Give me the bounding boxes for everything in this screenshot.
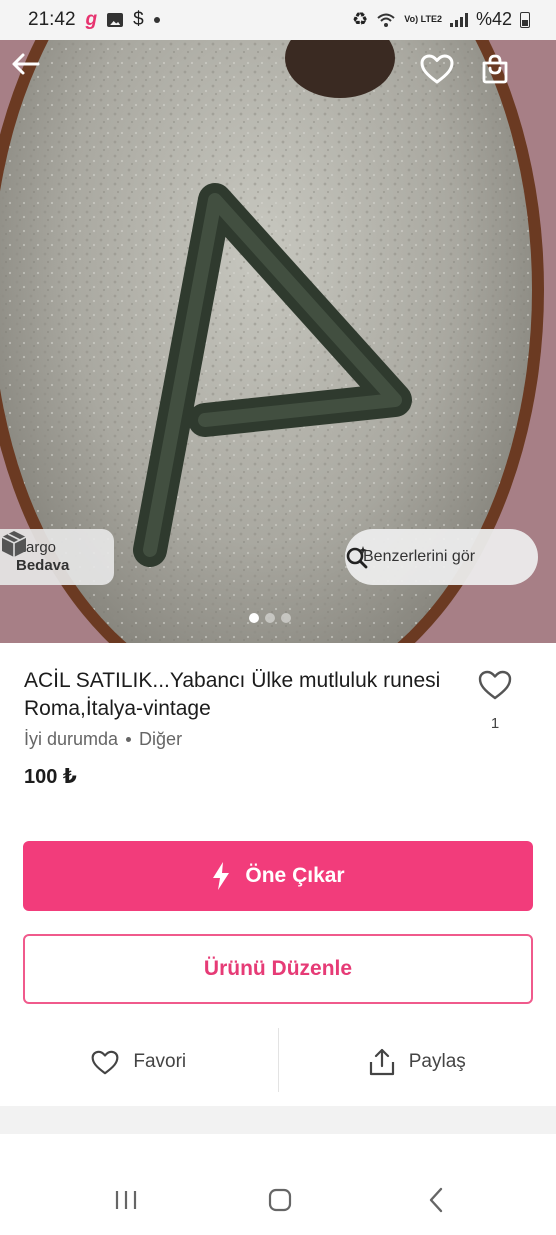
share-icon — [369, 1048, 394, 1076]
see-similar-label: Benzerlerini gör — [363, 548, 476, 565]
status-bar: 21:42 g $ ♻ Vo) LTE2 %42 — [0, 0, 556, 40]
product-category: Diğer — [139, 729, 183, 749]
more-notifications-icon — [153, 17, 160, 23]
promote-button[interactable]: Öne Çıkar — [23, 841, 533, 911]
edit-product-button[interactable]: Ürünü Düzenle — [23, 934, 533, 1004]
visual-search-icon — [346, 546, 368, 569]
home-icon — [268, 1188, 292, 1212]
share-button[interactable]: Paylaş — [279, 1028, 556, 1096]
gallery-notification-icon — [107, 13, 124, 27]
system-navigation-bar — [0, 1160, 556, 1235]
edit-product-label: Ürünü Düzenle — [203, 957, 353, 980]
recycle-icon: ♻ — [352, 9, 369, 29]
system-back-button[interactable] — [406, 1180, 466, 1220]
like-count: 1 — [490, 715, 500, 732]
cargo-free-label: Bedava — [16, 557, 70, 574]
payment-notification-icon: $ — [133, 9, 144, 30]
back-icon — [429, 1187, 443, 1213]
battery-level: %42 — [475, 9, 512, 29]
product-price: 100 ₺ — [24, 766, 77, 788]
box-icon — [1, 531, 27, 557]
favorite-label: Favori — [133, 1051, 187, 1072]
back-arrow-icon — [12, 53, 40, 75]
carousel-dot[interactable] — [281, 613, 291, 623]
product-title: ACİL SATILIK...Yabancı Ülke mutluluk run… — [24, 669, 441, 720]
product-meta: İyi durumda Diğer — [24, 729, 182, 750]
lightning-icon — [213, 862, 230, 890]
home-button[interactable] — [250, 1180, 310, 1220]
app-notification-icon: g — [85, 9, 98, 30]
free-shipping-badge: Kargo Bedava — [0, 529, 114, 585]
recent-apps-icon — [115, 1191, 137, 1209]
favorite-top-button[interactable] — [420, 54, 470, 104]
signal-icon — [449, 12, 468, 27]
wifi-icon — [377, 13, 395, 27]
meta-separator — [126, 737, 132, 742]
back-button[interactable] — [10, 52, 62, 104]
carousel-dot[interactable] — [249, 613, 259, 623]
carousel-dot[interactable] — [265, 613, 275, 623]
like-widget[interactable]: 1 — [470, 670, 520, 732]
status-time: 21:42 — [28, 9, 76, 30]
heart-icon — [420, 54, 454, 84]
cart-button[interactable] — [480, 54, 530, 104]
see-similar-button[interactable]: Benzerlerini gör — [345, 529, 538, 585]
network-label: Vo) LTE2 — [404, 14, 442, 24]
shopping-bag-icon — [482, 54, 508, 84]
heart-icon — [91, 1050, 119, 1074]
share-label: Paylaş — [408, 1051, 466, 1072]
product-condition: İyi durumda — [24, 729, 119, 749]
section-divider — [0, 1106, 556, 1134]
heart-icon[interactable] — [478, 670, 512, 700]
product-image-carousel[interactable]: Kargo Bedava Benzerlerini gör — [0, 40, 556, 643]
carousel-indicator — [249, 613, 291, 623]
recent-apps-button[interactable] — [96, 1180, 156, 1220]
favorite-button[interactable]: Favori — [0, 1028, 278, 1096]
battery-icon — [520, 11, 530, 28]
promote-label: Öne Çıkar — [245, 864, 345, 887]
secondary-actions: Favori Paylaş — [0, 1028, 556, 1096]
